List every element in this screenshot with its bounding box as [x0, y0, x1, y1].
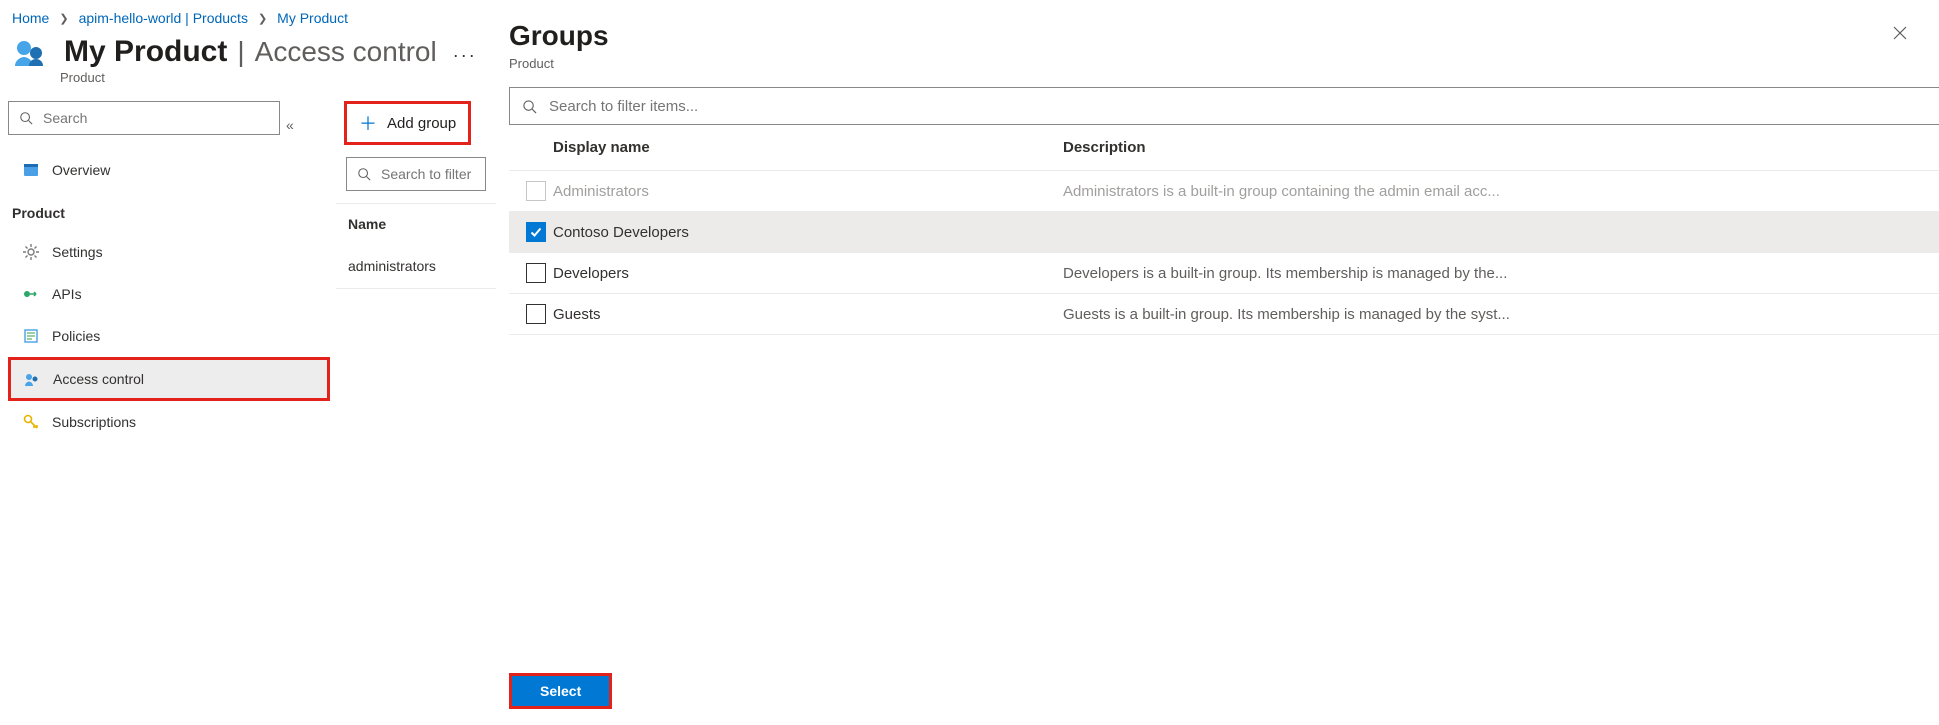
add-group-button[interactable]: ＋ Add group	[344, 101, 471, 145]
group-row-administrators: Administrators Administrators is a built…	[509, 171, 1939, 212]
search-icon	[522, 99, 537, 114]
group-name: Developers	[553, 265, 1063, 282]
nav-subscriptions[interactable]: Subscriptions	[8, 401, 330, 443]
sidebar-search-input[interactable]	[41, 109, 269, 127]
policies-icon	[22, 327, 40, 345]
nav-section-product: Product	[8, 191, 330, 231]
table-column-name[interactable]: Name	[336, 203, 496, 244]
nav-label: APIs	[52, 286, 82, 302]
checkbox[interactable]	[526, 263, 546, 283]
nav-label: Overview	[52, 162, 110, 178]
breadcrumb-product[interactable]: My Product	[277, 10, 348, 26]
sidebar: « Overview Product Settings APIs	[0, 95, 330, 443]
group-row-guests[interactable]: Guests Guests is a built-in group. Its m…	[509, 294, 1939, 335]
collapse-sidebar-button[interactable]: «	[286, 117, 294, 133]
nav-access-control[interactable]: Access control	[8, 357, 330, 401]
group-name: Administrators	[553, 183, 1063, 200]
panel-title: Groups	[509, 20, 609, 52]
select-button[interactable]: Select	[512, 676, 609, 706]
apis-icon	[22, 285, 40, 303]
key-icon	[22, 413, 40, 431]
checkbox[interactable]	[526, 222, 546, 242]
gear-icon	[22, 243, 40, 261]
main-content: ＋ Add group Name administrators	[336, 95, 496, 289]
group-description: Administrators is a built-in group conta…	[1063, 183, 1939, 200]
nav-label: Policies	[52, 328, 100, 344]
nav-policies[interactable]: Policies	[8, 315, 330, 357]
title-divider: |	[237, 36, 244, 68]
plus-icon: ＋	[359, 110, 377, 136]
group-description: Guests is a built-in group. Its membersh…	[1063, 306, 1939, 323]
chevron-right-icon: ❯	[59, 12, 68, 25]
sidebar-search[interactable]	[8, 101, 280, 135]
table-row[interactable]: administrators	[336, 244, 496, 289]
page-section: Access control	[255, 36, 437, 68]
nav-label: Access control	[53, 371, 144, 387]
select-button-highlight: Select	[509, 673, 612, 709]
close-button[interactable]	[1885, 20, 1915, 46]
groups-panel: Groups Product Display name Description …	[509, 0, 1939, 725]
main-filter[interactable]	[346, 157, 486, 191]
main-filter-input[interactable]	[379, 165, 475, 183]
column-display-name[interactable]: Display name	[553, 139, 1063, 156]
panel-search[interactable]	[509, 87, 1939, 125]
group-name: Contoso Developers	[553, 224, 1063, 241]
panel-grid-header: Display name Description	[509, 125, 1939, 171]
checkbox[interactable]	[526, 304, 546, 324]
group-name: Guests	[553, 306, 1063, 323]
checkbox	[526, 181, 546, 201]
overview-icon	[22, 161, 40, 179]
breadcrumb-service[interactable]: apim-hello-world | Products	[79, 10, 248, 26]
search-icon	[19, 111, 33, 125]
nav-overview[interactable]: Overview	[8, 149, 330, 191]
nav-label: Settings	[52, 244, 103, 260]
nav-apis[interactable]: APIs	[8, 273, 330, 315]
chevron-right-icon: ❯	[258, 12, 267, 25]
column-description[interactable]: Description	[1063, 139, 1939, 156]
group-description: Developers is a built-in group. Its memb…	[1063, 265, 1939, 282]
page-title: My Product	[64, 35, 227, 69]
product-icon	[12, 34, 48, 70]
search-icon	[357, 167, 371, 181]
more-button[interactable]: ···	[453, 45, 477, 66]
group-row-contoso-developers[interactable]: Contoso Developers	[509, 212, 1939, 253]
nav-settings[interactable]: Settings	[8, 231, 330, 273]
group-row-developers[interactable]: Developers Developers is a built-in grou…	[509, 253, 1939, 294]
panel-subtitle: Product	[509, 56, 609, 71]
add-group-label: Add group	[387, 115, 456, 132]
nav-label: Subscriptions	[52, 414, 136, 430]
access-control-icon	[23, 370, 41, 388]
panel-search-input[interactable]	[547, 97, 1927, 116]
breadcrumb-home[interactable]: Home	[12, 10, 49, 26]
